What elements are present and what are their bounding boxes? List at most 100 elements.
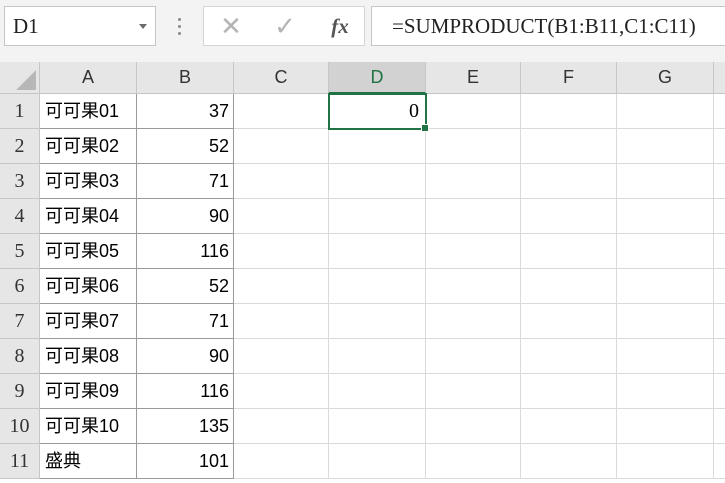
column-header-b[interactable]: B [137, 62, 234, 94]
cell-f[interactable] [521, 94, 617, 129]
cell-c[interactable] [234, 164, 329, 199]
row-header[interactable]: 5 [0, 234, 40, 269]
cell-f[interactable] [521, 444, 617, 479]
row-header[interactable]: 9 [0, 374, 40, 409]
cell-a[interactable]: 可可果04 [40, 199, 137, 234]
cell-d[interactable] [329, 339, 426, 374]
cell-g[interactable] [617, 234, 714, 269]
cell-b[interactable]: 90 [137, 339, 234, 374]
select-all-button[interactable] [0, 62, 40, 94]
cell-h[interactable] [714, 304, 725, 339]
cell-c[interactable] [234, 444, 329, 479]
row-header[interactable]: 11 [0, 444, 40, 479]
cell-a[interactable]: 可可果05 [40, 234, 137, 269]
column-header-c[interactable]: C [234, 62, 329, 94]
cell-b[interactable]: 71 [137, 304, 234, 339]
cell-e[interactable] [426, 269, 521, 304]
cell-b[interactable]: 52 [137, 129, 234, 164]
cell-d[interactable] [329, 374, 426, 409]
cell-f[interactable] [521, 269, 617, 304]
cell-a[interactable]: 可可果01 [40, 94, 137, 129]
cell-b[interactable]: 37 [137, 94, 234, 129]
cell-h[interactable] [714, 339, 725, 374]
cell-d[interactable] [329, 129, 426, 164]
cell-g[interactable] [617, 94, 714, 129]
insert-function-icon[interactable]: fx [316, 7, 364, 45]
row-header[interactable]: 1 [0, 94, 40, 129]
column-header-a[interactable]: A [40, 62, 137, 94]
name-box[interactable]: D1 [4, 6, 156, 46]
cell-e[interactable] [426, 374, 521, 409]
chevron-down-icon[interactable] [139, 24, 147, 29]
cell-c[interactable] [234, 94, 329, 129]
cell-g[interactable] [617, 339, 714, 374]
cell-c[interactable] [234, 374, 329, 409]
cell-f[interactable] [521, 339, 617, 374]
column-header-d[interactable]: D [329, 62, 426, 94]
cell-b[interactable]: 52 [137, 269, 234, 304]
cell-h[interactable] [714, 269, 725, 304]
cell-g[interactable] [617, 374, 714, 409]
cell-e[interactable] [426, 94, 521, 129]
cell-c[interactable] [234, 269, 329, 304]
cell-a[interactable]: 可可果02 [40, 129, 137, 164]
cell-f[interactable] [521, 304, 617, 339]
cell-a[interactable]: 可可果06 [40, 269, 137, 304]
cell-d[interactable] [329, 164, 426, 199]
cell-g[interactable] [617, 129, 714, 164]
cell-d[interactable] [329, 304, 426, 339]
fill-handle[interactable] [421, 124, 429, 132]
cell-b[interactable]: 116 [137, 234, 234, 269]
column-header-h[interactable] [714, 62, 725, 94]
cell-b[interactable]: 116 [137, 374, 234, 409]
cell-e[interactable] [426, 129, 521, 164]
cell-a[interactable]: 可可果09 [40, 374, 137, 409]
cell-e[interactable] [426, 409, 521, 444]
cell-c[interactable] [234, 199, 329, 234]
cell-e[interactable] [426, 304, 521, 339]
cell-b[interactable]: 135 [137, 409, 234, 444]
cell-g[interactable] [617, 304, 714, 339]
cell-f[interactable] [521, 374, 617, 409]
cell-e[interactable] [426, 234, 521, 269]
row-header[interactable]: 3 [0, 164, 40, 199]
cell-c[interactable] [234, 304, 329, 339]
cell-g[interactable] [617, 269, 714, 304]
cell-f[interactable] [521, 164, 617, 199]
cell-a[interactable]: 可可果03 [40, 164, 137, 199]
cell-d[interactable] [329, 234, 426, 269]
column-header-f[interactable]: F [521, 62, 617, 94]
cell-e[interactable] [426, 444, 521, 479]
cell-h[interactable] [714, 129, 725, 164]
cell-h[interactable] [714, 234, 725, 269]
cell-e[interactable] [426, 199, 521, 234]
cell-d[interactable] [329, 444, 426, 479]
cell-a[interactable]: 盛典 [40, 444, 137, 479]
cell-h[interactable] [714, 444, 725, 479]
cell-b[interactable]: 101 [137, 444, 234, 479]
cell-b[interactable]: 71 [137, 164, 234, 199]
cell-f[interactable] [521, 199, 617, 234]
enter-icon[interactable]: ✓ [260, 7, 310, 45]
cell-h[interactable] [714, 409, 725, 444]
cell-b[interactable]: 90 [137, 199, 234, 234]
cell-f[interactable] [521, 234, 617, 269]
row-header[interactable]: 8 [0, 339, 40, 374]
cell-g[interactable] [617, 199, 714, 234]
cell-e[interactable] [426, 164, 521, 199]
cell-g[interactable] [617, 444, 714, 479]
cell-h[interactable] [714, 374, 725, 409]
cell-a[interactable]: 可可果08 [40, 339, 137, 374]
cell-c[interactable] [234, 234, 329, 269]
cell-d[interactable] [329, 199, 426, 234]
cell-a[interactable]: 可可果07 [40, 304, 137, 339]
drag-handle-icon[interactable] [170, 10, 190, 42]
cell-h[interactable] [714, 199, 725, 234]
cell-g[interactable] [617, 164, 714, 199]
row-header[interactable]: 7 [0, 304, 40, 339]
cell-h[interactable] [714, 94, 725, 129]
formula-input[interactable]: =SUMPRODUCT(B1:B11,C1:C11) [371, 6, 725, 46]
column-header-e[interactable]: E [426, 62, 521, 94]
cell-h[interactable] [714, 164, 725, 199]
cell-g[interactable] [617, 409, 714, 444]
